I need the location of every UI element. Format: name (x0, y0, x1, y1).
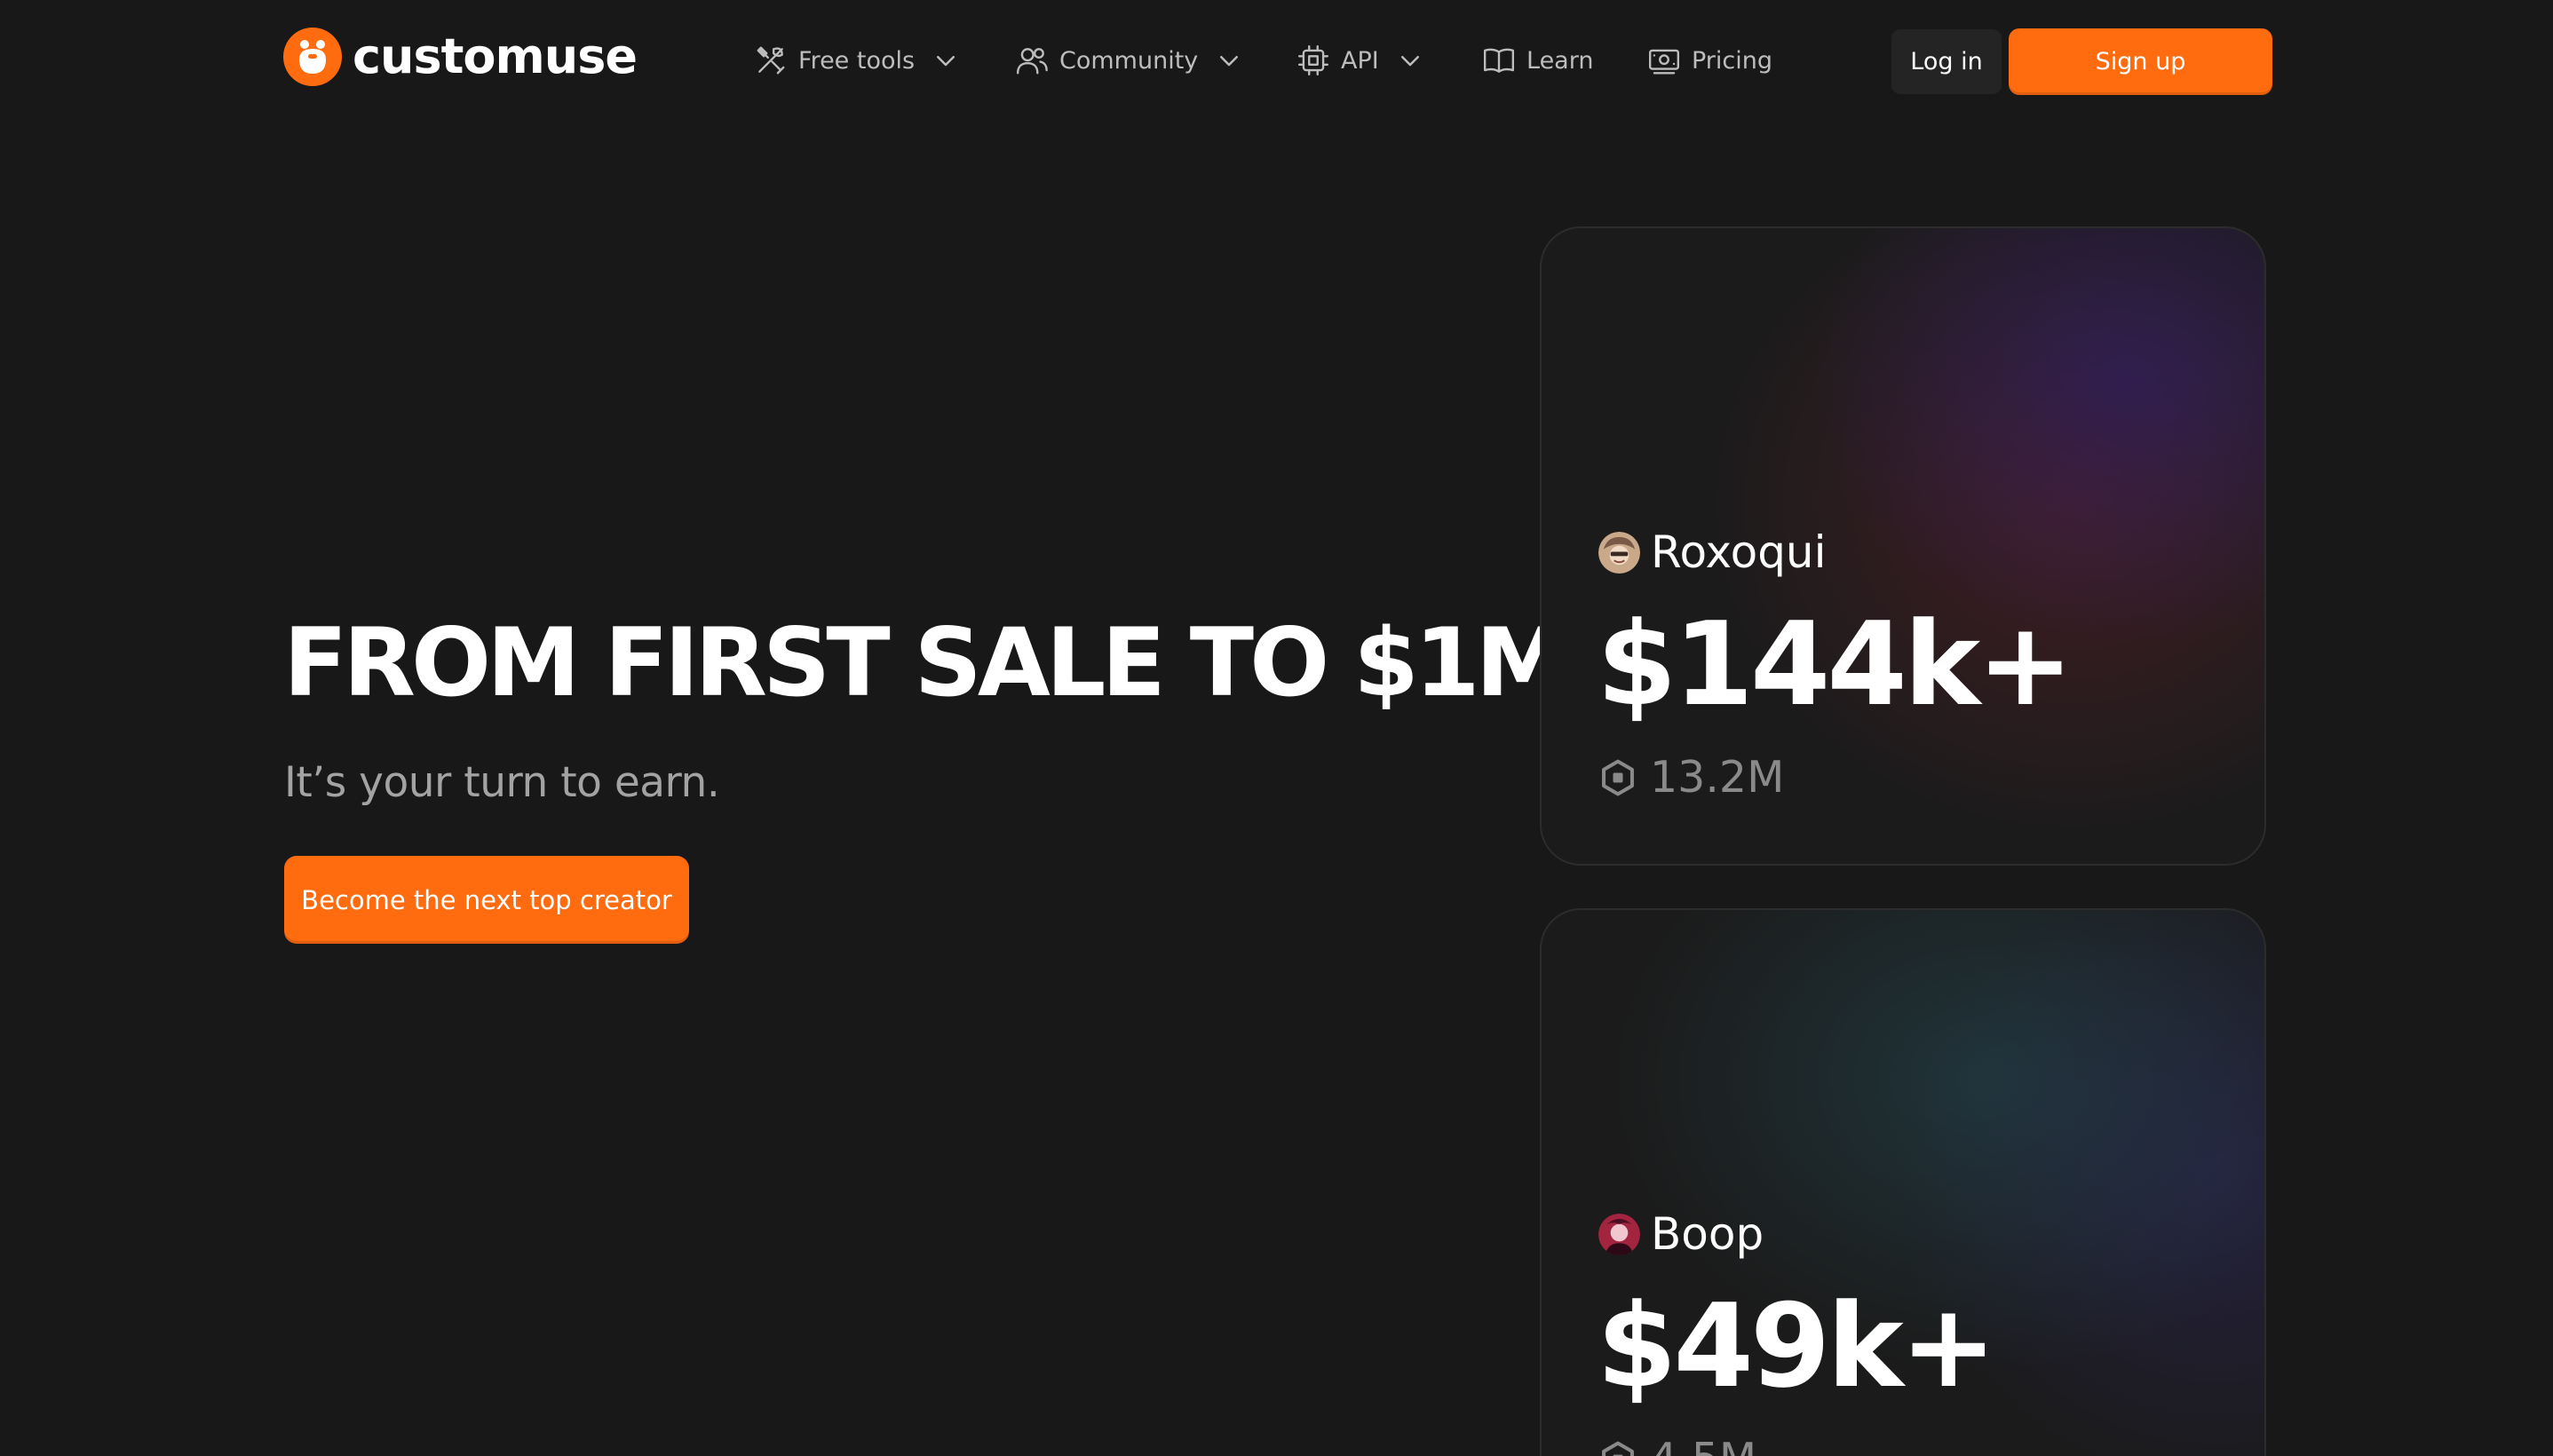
robux-value: 13.2M (1650, 752, 1785, 803)
logo-text: customuse (353, 28, 638, 84)
hero-subtitle: It’s your turn to earn. (284, 758, 720, 807)
nav-community[interactable]: Community (1015, 37, 1242, 83)
users-icon (1016, 48, 1048, 75)
avatar (1598, 531, 1640, 574)
money-icon (1648, 49, 1680, 75)
book-icon (1483, 48, 1515, 73)
creator-name: Roxoqui (1651, 526, 1827, 578)
creator-name: Boop (1651, 1208, 1764, 1260)
robux-icon (1602, 759, 1634, 795)
chevron-down-icon (1400, 56, 1419, 67)
nav-api-label: API (1341, 46, 1379, 75)
creator-earnings: $144k+ (1597, 597, 2073, 732)
chevron-down-icon (937, 56, 955, 67)
signup-button[interactable]: Sign up (2009, 28, 2272, 95)
nav-api[interactable]: API (1296, 37, 1423, 83)
hero-title: FROM FIRST SALE TO $1M+ (283, 608, 1644, 717)
creator-header: Boop (1598, 1212, 1764, 1256)
nav-learn-label: Learn (1526, 46, 1594, 75)
become-creator-button[interactable]: Become the next top creator (284, 856, 689, 944)
robux-value: 4.5M (1650, 1434, 1756, 1456)
chip-icon (1297, 44, 1329, 76)
creator-card: Boop $49k+ 4.5M (1540, 908, 2266, 1456)
page: customuse Free tools Community API Learn… (0, 0, 2553, 1456)
robux-icon (1602, 1441, 1634, 1456)
robux-stat: 4.5M (1598, 1434, 1756, 1456)
tools-icon (757, 46, 785, 75)
nav-free-tools-label: Free tools (798, 46, 916, 75)
logo[interactable]: customuse (283, 28, 638, 86)
avatar (1598, 1213, 1640, 1255)
creator-card: Roxoqui $144k+ 13.2M (1540, 226, 2266, 866)
login-button[interactable]: Log in (1891, 29, 2002, 94)
creator-header: Roxoqui (1598, 530, 1827, 574)
nav-pricing[interactable]: Pricing (1647, 37, 1772, 83)
robux-stat: 13.2M (1598, 752, 1784, 803)
nav-learn[interactable]: Learn (1482, 37, 1593, 83)
logo-icon (283, 28, 342, 86)
chevron-down-icon (1220, 56, 1239, 67)
creator-earnings: $49k+ (1597, 1278, 1997, 1413)
nav-free-tools[interactable]: Free tools (754, 37, 959, 83)
nav-pricing-label: Pricing (1692, 46, 1773, 75)
nav-community-label: Community (1059, 46, 1199, 75)
